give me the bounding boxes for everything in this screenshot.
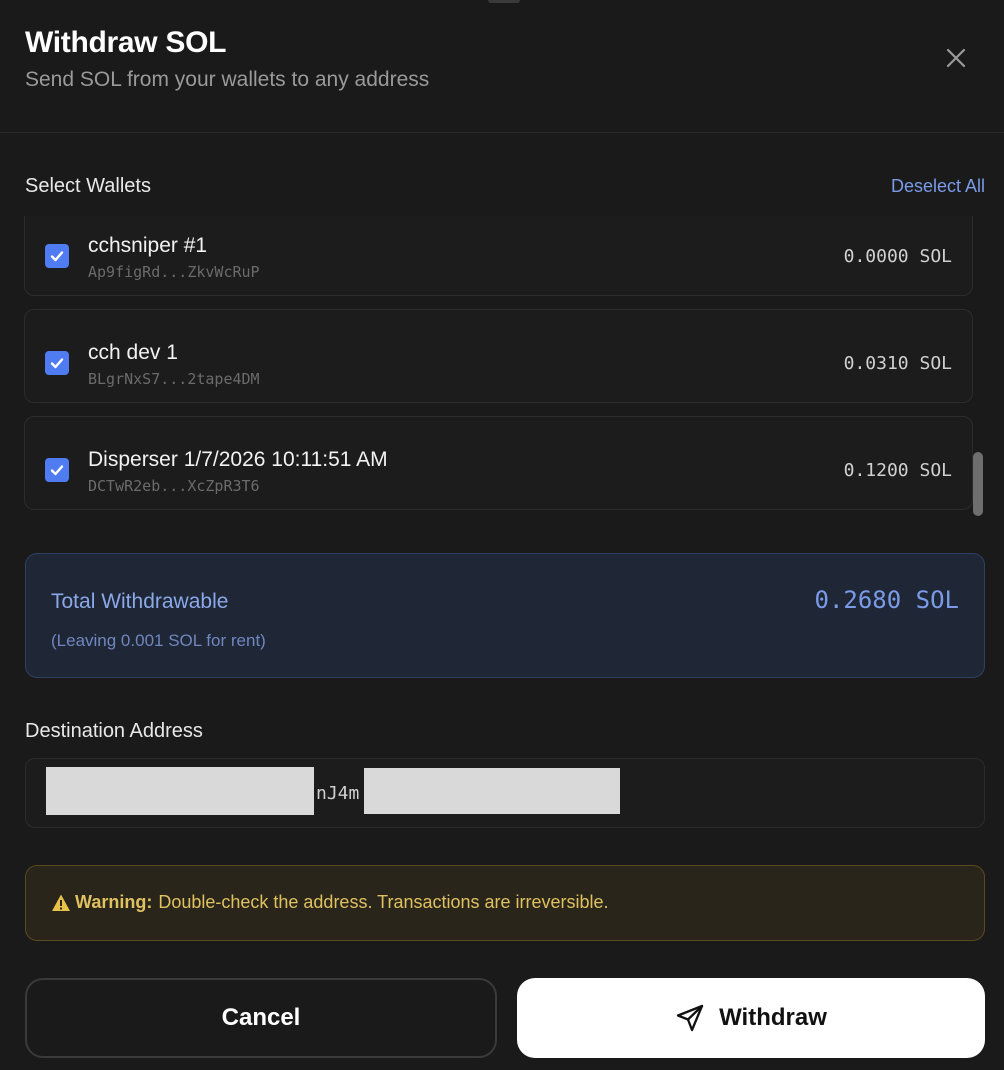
warning-icon: [51, 893, 71, 913]
wallet-row[interactable]: Disperser 1/7/2026 10:11:51 AM DCTwR2eb.…: [24, 416, 973, 510]
checkmark-icon: [50, 251, 64, 262]
total-withdrawable-value: 0.2680 SOL: [814, 586, 960, 614]
close-icon: [946, 48, 966, 68]
destination-address-value: nJ4m: [316, 783, 360, 804]
wallet-name: Disperser 1/7/2026 10:11:51 AM: [88, 448, 388, 471]
wallet-balance: 0.0000 SOL: [843, 246, 952, 267]
wallet-name: cch dev 1: [88, 341, 178, 364]
warning-content: Warning: Double-check the address. Trans…: [51, 892, 609, 913]
wallet-row[interactable]: cch dev 1 BLgrNxS7...2tape4DM 0.0310 SOL: [24, 309, 973, 403]
total-withdrawable-label: Total Withdrawable: [51, 590, 229, 613]
checkmark-icon: [50, 358, 64, 369]
warning-strong: Warning:: [75, 892, 153, 912]
withdraw-button-label: Withdraw: [719, 1004, 827, 1031]
cancel-button[interactable]: Cancel: [25, 978, 497, 1058]
wallet-list-scrollbar[interactable]: [973, 452, 983, 516]
wallet-checkbox[interactable]: [45, 458, 69, 482]
wallet-list: cchsniper #1 Ap9figRd...ZkvWcRuP 0.0000 …: [24, 216, 974, 518]
wallet-address: Ap9figRd...ZkvWcRuP: [88, 263, 260, 281]
total-withdrawable-panel: Total Withdrawable 0.2680 SOL (Leaving 0…: [25, 553, 985, 678]
destination-address-label: Destination Address: [25, 720, 203, 742]
redaction-block: [364, 768, 620, 814]
redaction-block: [46, 767, 314, 815]
wallet-balance: 0.1200 SOL: [843, 460, 952, 481]
wallet-address: DCTwR2eb...XcZpR3T6: [88, 477, 260, 495]
modal-header: Withdraw SOL Send SOL from your wallets …: [0, 0, 1004, 133]
rent-note: (Leaving 0.001 SOL for rent): [51, 631, 266, 650]
cancel-button-label: Cancel: [221, 1004, 301, 1031]
checkmark-icon: [50, 465, 64, 476]
destination-address-input[interactable]: nJ4m: [25, 758, 985, 828]
wallet-row[interactable]: cchsniper #1 Ap9figRd...ZkvWcRuP 0.0000 …: [24, 216, 973, 296]
close-button[interactable]: [940, 42, 972, 74]
wallet-checkbox[interactable]: [45, 351, 69, 375]
withdraw-button[interactable]: Withdraw: [517, 978, 985, 1058]
warning-banner: Warning: Double-check the address. Trans…: [25, 865, 985, 941]
wallet-checkbox[interactable]: [45, 244, 69, 268]
wallet-address: BLgrNxS7...2tape4DM: [88, 370, 260, 388]
wallet-name: cchsniper #1: [88, 234, 208, 257]
wallet-list-viewport[interactable]: cchsniper #1 Ap9figRd...ZkvWcRuP 0.0000 …: [24, 216, 986, 518]
select-wallets-label: Select Wallets: [25, 175, 151, 197]
deselect-all-link[interactable]: Deselect All: [891, 176, 985, 197]
warning-text: Double-check the address. Transactions a…: [158, 892, 609, 912]
send-icon: [675, 1003, 705, 1033]
wallet-balance: 0.0310 SOL: [843, 353, 952, 374]
modal-subtitle: Send SOL from your wallets to any addres…: [25, 68, 430, 91]
modal-title: Withdraw SOL: [25, 26, 227, 59]
